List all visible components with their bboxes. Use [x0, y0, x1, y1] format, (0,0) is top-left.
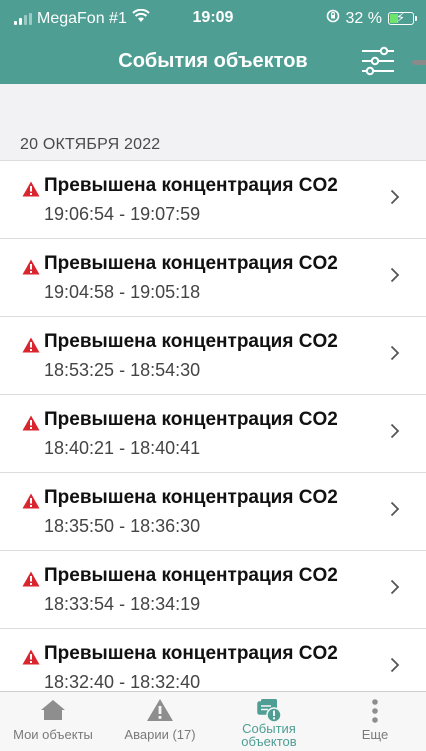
chevron-right-icon — [390, 579, 400, 600]
chevron-right-icon — [390, 267, 400, 288]
header-bar: MegaFon #1 19:09 32 % ⚡ События объектов — [0, 0, 426, 84]
tab-label: Аварии (17) — [124, 727, 196, 742]
tab-more[interactable]: Еще — [324, 692, 426, 751]
warning-triangle-icon — [146, 698, 174, 727]
event-title: Превышена концентрация CO2 — [44, 409, 338, 430]
chevron-right-icon — [390, 189, 400, 210]
status-bar: MegaFon #1 19:09 32 % ⚡ — [0, 0, 426, 36]
warning-icon — [22, 571, 40, 592]
event-title: Превышена концентрация CO2 — [44, 565, 338, 586]
status-right: 32 % ⚡ — [326, 9, 417, 28]
event-time-range: 18:53:25 - 18:54:30 — [44, 360, 201, 380]
tab-bar: Мои объекты Аварии (17) События объектов… — [0, 691, 426, 751]
event-row[interactable]: Превышена концентрация CO2 18:35:50 - 18:… — [0, 472, 426, 550]
chevron-right-icon — [390, 501, 400, 522]
tab-label: События объектов — [214, 722, 324, 748]
tab-object-events[interactable]: События объектов — [214, 692, 324, 751]
event-row[interactable]: Превышена концентрация CO2 19:06:54 - 19:… — [0, 160, 426, 238]
event-row[interactable]: Превышена концентрация CO2 19:04:58 - 19:… — [0, 238, 426, 316]
event-time-range: 18:40:21 - 18:40:41 — [44, 438, 201, 458]
event-time-range: 18:33:54 - 18:34:19 — [44, 594, 201, 614]
chevron-right-icon — [390, 657, 400, 678]
tab-alarms[interactable]: Аварии (17) — [106, 692, 214, 751]
event-time-range: 18:32:40 - 18:32:40 — [44, 672, 201, 691]
warning-icon — [22, 415, 40, 436]
battery-percent: 32 % — [345, 9, 382, 27]
event-row[interactable]: Превышена концентрация CO2 18:40:21 - 18:… — [0, 394, 426, 472]
filter-button[interactable] — [360, 46, 396, 76]
filter-sliders-icon — [362, 46, 394, 76]
event-row[interactable]: Превышена концентрация CO2 18:53:25 - 18:… — [0, 316, 426, 394]
event-time-range: 18:35:50 - 18:36:30 — [44, 516, 201, 536]
events-list[interactable]: 20 ОКТЯБРЯ 2022 Превышена концентрация C… — [0, 84, 426, 691]
drawer-handle[interactable] — [412, 60, 426, 65]
warning-icon — [22, 181, 40, 202]
event-time-range: 19:06:54 - 19:07:59 — [44, 204, 201, 224]
tab-label: Еще — [361, 727, 389, 742]
tab-my-objects[interactable]: Мои объекты — [0, 692, 106, 751]
chevron-right-icon — [390, 423, 400, 444]
list-top-spacer — [0, 84, 426, 112]
event-time-range: 19:04:58 - 19:05:18 — [44, 282, 201, 302]
chevron-right-icon — [390, 345, 400, 366]
section-date-header: 20 ОКТЯБРЯ 2022 — [20, 136, 161, 153]
tab-label-text: События объектов — [241, 721, 297, 749]
event-row[interactable]: Превышена концентрация CO2 18:32:40 - 18:… — [0, 628, 426, 691]
warning-icon — [22, 649, 40, 670]
event-title: Превышена концентрация CO2 — [44, 175, 338, 196]
event-row[interactable]: Превышена концентрация CO2 18:33:54 - 18:… — [0, 550, 426, 628]
warning-icon — [22, 259, 40, 280]
event-title: Превышена концентрация CO2 — [44, 487, 338, 508]
battery-icon: ⚡ — [388, 10, 417, 25]
more-dots-icon — [370, 698, 380, 729]
warning-icon — [22, 337, 40, 358]
event-title: Превышена концентрация CO2 — [44, 643, 338, 664]
event-title: Превышена концентрация CO2 — [44, 253, 338, 274]
warning-icon — [22, 493, 40, 514]
event-title: Превышена концентрация CO2 — [44, 331, 338, 352]
orientation-lock-icon — [326, 9, 340, 28]
tab-label: Мои объекты — [13, 727, 93, 742]
house-icon — [40, 698, 66, 727]
